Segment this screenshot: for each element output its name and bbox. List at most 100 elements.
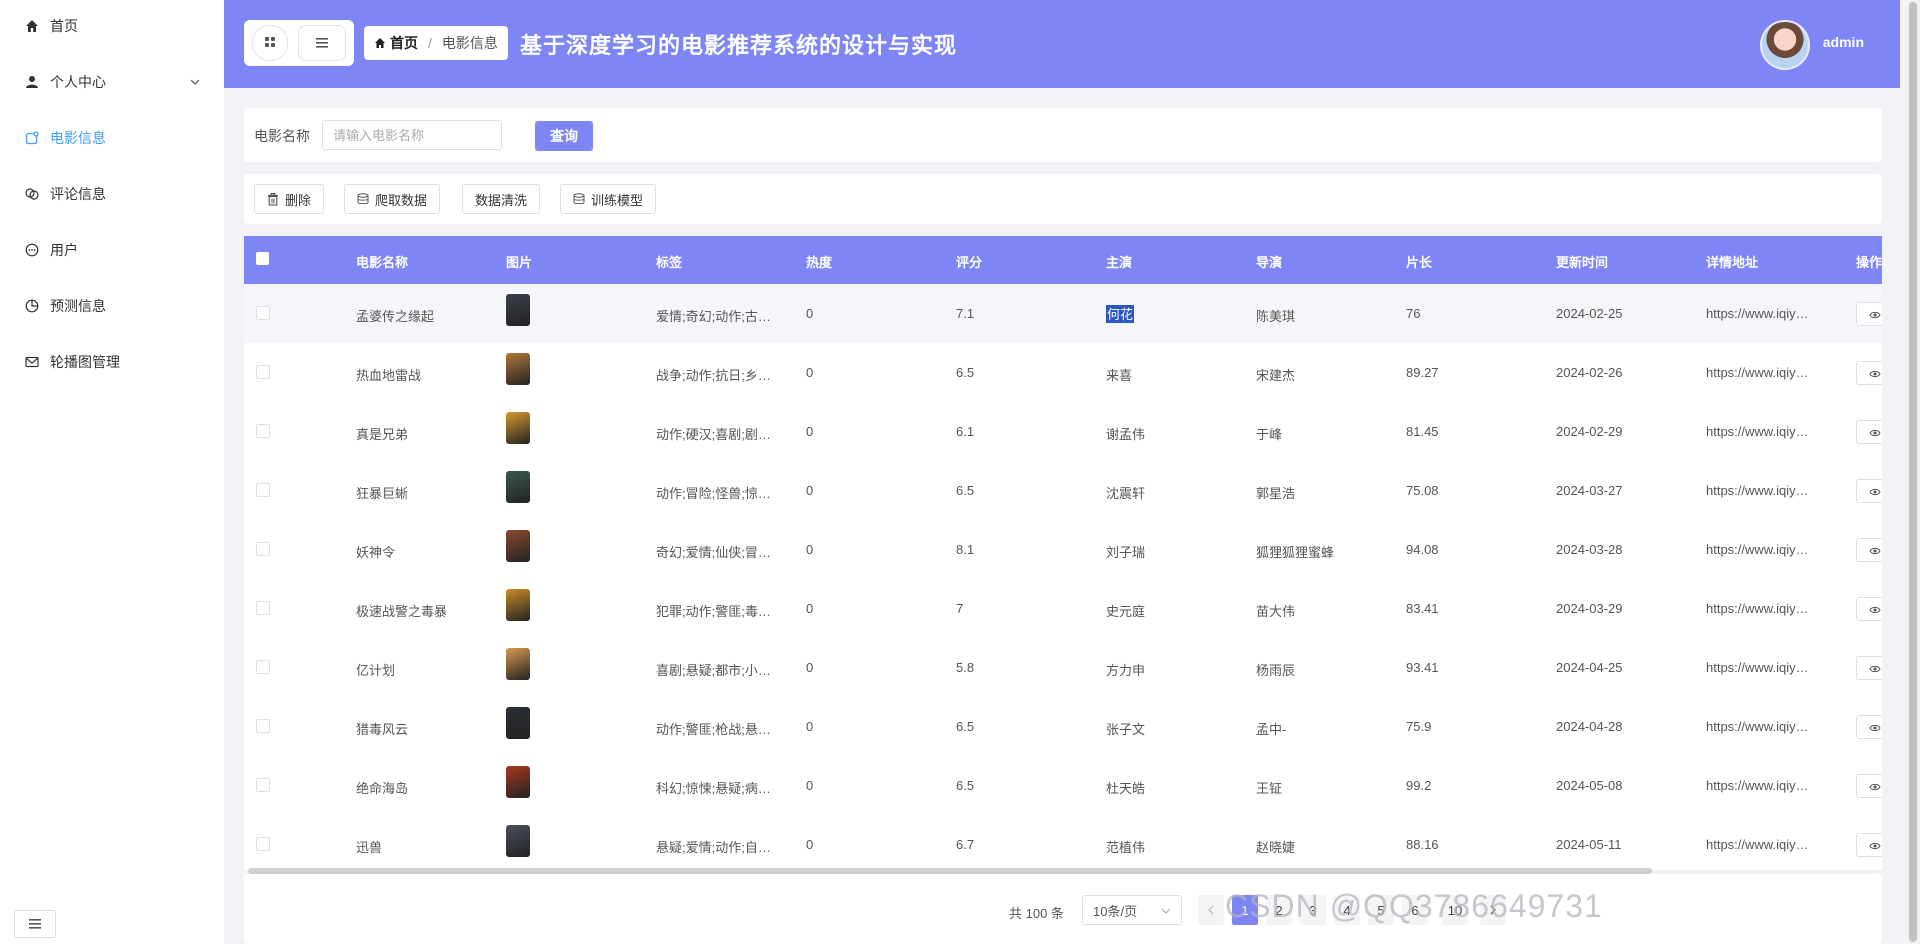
page-button[interactable]: 6	[1402, 895, 1428, 925]
delete-label: 删除	[285, 192, 312, 208]
grid-toggle-button[interactable]	[252, 25, 288, 61]
table-row[interactable]: 真是兄弟 动作;硬汉;喜剧;剧… 0 6.1 谢孟伟 于峰 81.45 2024-02-29 h…	[244, 402, 1882, 462]
cell-url: https://www.iqiy…	[1706, 837, 1809, 852]
view-detail-button[interactable]	[1856, 597, 1882, 621]
train-model-button[interactable]: 训练模型	[560, 184, 657, 214]
view-detail-button[interactable]	[1856, 715, 1882, 739]
view-detail-button[interactable]	[1856, 774, 1882, 798]
view-detail-button[interactable]	[1856, 538, 1882, 562]
cell-name: 狂暴巨蜥	[356, 486, 409, 501]
sidebar-item-2[interactable]: 电影信息	[0, 118, 224, 158]
cell-tags: 战争;动作;抗日;乡…	[656, 368, 771, 383]
sidebar-item-5[interactable]: 预测信息	[0, 286, 224, 326]
sidebar-collapse-button[interactable]	[14, 910, 56, 938]
crawl-data-button[interactable]: 爬取数据	[344, 184, 441, 214]
poster-thumbnail[interactable]	[506, 766, 530, 798]
row-checkbox[interactable]	[256, 365, 270, 379]
poster-thumbnail[interactable]	[506, 471, 530, 503]
table-row[interactable]: 迅兽 悬疑;爱情;动作;自… 0 6.7 范植伟 赵晓婕 88.16 2024-05-11 ht…	[244, 815, 1882, 870]
view-detail-button[interactable]	[1856, 302, 1882, 326]
clean-data-button[interactable]: 数据清洗	[462, 184, 541, 214]
breadcrumb-home[interactable]: 首页	[374, 33, 418, 53]
page-size-select[interactable]: 10条/页	[1082, 895, 1182, 925]
col-header-director[interactable]: 导演	[1256, 252, 1282, 271]
col-header-actor[interactable]: 主演	[1106, 252, 1132, 271]
view-detail-button[interactable]	[1856, 833, 1882, 857]
page-button[interactable]: 5	[1368, 895, 1394, 925]
poster-thumbnail[interactable]	[506, 589, 530, 621]
col-header-length[interactable]: 片长	[1406, 252, 1432, 271]
movie-name-input[interactable]	[322, 120, 502, 150]
sidebar-item-label: 评论信息	[50, 186, 106, 202]
page-button[interactable]: 2	[1266, 895, 1292, 925]
menu-toggle-button[interactable]	[298, 25, 346, 61]
view-detail-button[interactable]	[1856, 479, 1882, 503]
page-button[interactable]: 4	[1334, 895, 1360, 925]
page-button[interactable]: 10	[1442, 895, 1468, 925]
table-row[interactable]: 热血地雷战 战争;动作;抗日;乡… 0 6.5 来喜 宋建杰 89.27 2024-02-26…	[244, 343, 1882, 403]
row-checkbox[interactable]	[256, 483, 270, 497]
poster-thumbnail[interactable]	[506, 825, 530, 857]
total-count: 共 100 条	[1009, 906, 1064, 921]
table-row[interactable]: 猎毒风云 动作;警匪;枪战;悬… 0 6.5 张子文 孟中- 75.9 2024-04-28 h…	[244, 697, 1882, 757]
row-checkbox[interactable]	[256, 837, 270, 851]
view-detail-button[interactable]	[1856, 361, 1882, 385]
col-header-score[interactable]: 评分	[956, 252, 982, 271]
home-icon	[24, 18, 40, 34]
table-row[interactable]: 极速战警之毒暴 犯罪;动作;警匪;毒… 0 7 史元庭 苗大伟 83.41 2024-03-2…	[244, 579, 1882, 639]
row-checkbox[interactable]	[256, 542, 270, 556]
chat-icon	[24, 242, 40, 258]
cell-length: 93.41	[1406, 660, 1439, 675]
list-icon	[316, 35, 328, 51]
table-row[interactable]: 狂暴巨蜥 动作;冒险;怪兽;惊… 0 6.5 沈震轩 郭星浩 75.08 2024-03-27…	[244, 461, 1882, 521]
col-header-url[interactable]: 详情地址	[1706, 252, 1758, 271]
row-checkbox[interactable]	[256, 719, 270, 733]
table-row[interactable]: 亿计划 喜剧;悬疑;都市;小… 0 5.8 方力申 杨雨辰 93.41 2024-04-25 h…	[244, 638, 1882, 698]
sidebar-item-3[interactable]: 评论信息	[0, 174, 224, 214]
row-checkbox[interactable]	[256, 660, 270, 674]
page-button[interactable]: 1	[1232, 895, 1258, 925]
next-page-button[interactable]	[1480, 895, 1506, 925]
table-row[interactable]: 妖神令 奇幻;爱情;仙侠;冒… 0 8.1 刘子瑞 狐狸狐狸蜜蜂 94.08 2024-03-…	[244, 520, 1882, 580]
col-header-name[interactable]: 电影名称	[356, 252, 408, 271]
sidebar-item-0[interactable]: 首页	[0, 6, 224, 46]
view-detail-button[interactable]	[1856, 420, 1882, 444]
sidebar-item-4[interactable]: 用户	[0, 230, 224, 270]
row-checkbox[interactable]	[256, 424, 270, 438]
eye-icon	[1869, 602, 1881, 617]
row-checkbox[interactable]	[256, 778, 270, 792]
user-icon	[24, 74, 40, 90]
cell-actor: 刘子瑞	[1106, 545, 1146, 560]
delete-button[interactable]: 删除	[254, 184, 325, 214]
poster-thumbnail[interactable]	[506, 707, 530, 739]
sidebar-item-6[interactable]: 轮播图管理	[0, 342, 224, 382]
page-button[interactable]: 3	[1300, 895, 1326, 925]
username[interactable]: admin	[1823, 34, 1864, 50]
col-header-updated[interactable]: 更新时间	[1556, 252, 1608, 271]
row-checkbox[interactable]	[256, 306, 270, 320]
col-header-heat[interactable]: 热度	[806, 252, 832, 271]
poster-thumbnail[interactable]	[506, 294, 530, 326]
search-button[interactable]: 查询	[535, 121, 593, 151]
prev-page-button[interactable]	[1198, 895, 1224, 925]
cell-director: 杨雨辰	[1256, 663, 1296, 678]
poster-thumbnail[interactable]	[506, 648, 530, 680]
poster-thumbnail[interactable]	[506, 353, 530, 385]
cell-length: 81.45	[1406, 424, 1439, 439]
cell-name: 亿计划	[356, 663, 396, 678]
poster-thumbnail[interactable]	[506, 530, 530, 562]
sidebar-item-1[interactable]: 个人中心	[0, 62, 224, 102]
poster-thumbnail[interactable]	[506, 412, 530, 444]
table-row[interactable]: 孟婆传之缘起 爱情;奇幻;动作;古… 0 7.1 何花 陈美琪 76 2024-02-25 ht…	[244, 284, 1882, 344]
cell-actor: 沈震轩	[1106, 486, 1146, 501]
vertical-scrollbar[interactable]	[1906, 0, 1920, 944]
scrollbar-thumb[interactable]	[1909, 2, 1917, 942]
col-header-image: 图片	[506, 255, 533, 270]
avatar[interactable]	[1760, 20, 1810, 70]
table-row[interactable]: 绝命海岛 科幻;惊悚;悬疑;病… 0 6.5 杜天皓 王钲 99.2 2024-05-08 ht…	[244, 756, 1882, 816]
row-checkbox[interactable]	[256, 601, 270, 615]
cell-director: 孟中-	[1256, 722, 1287, 737]
col-header-tags[interactable]: 标签	[656, 252, 682, 271]
select-all-checkbox[interactable]	[256, 252, 269, 265]
view-detail-button[interactable]	[1856, 656, 1882, 680]
